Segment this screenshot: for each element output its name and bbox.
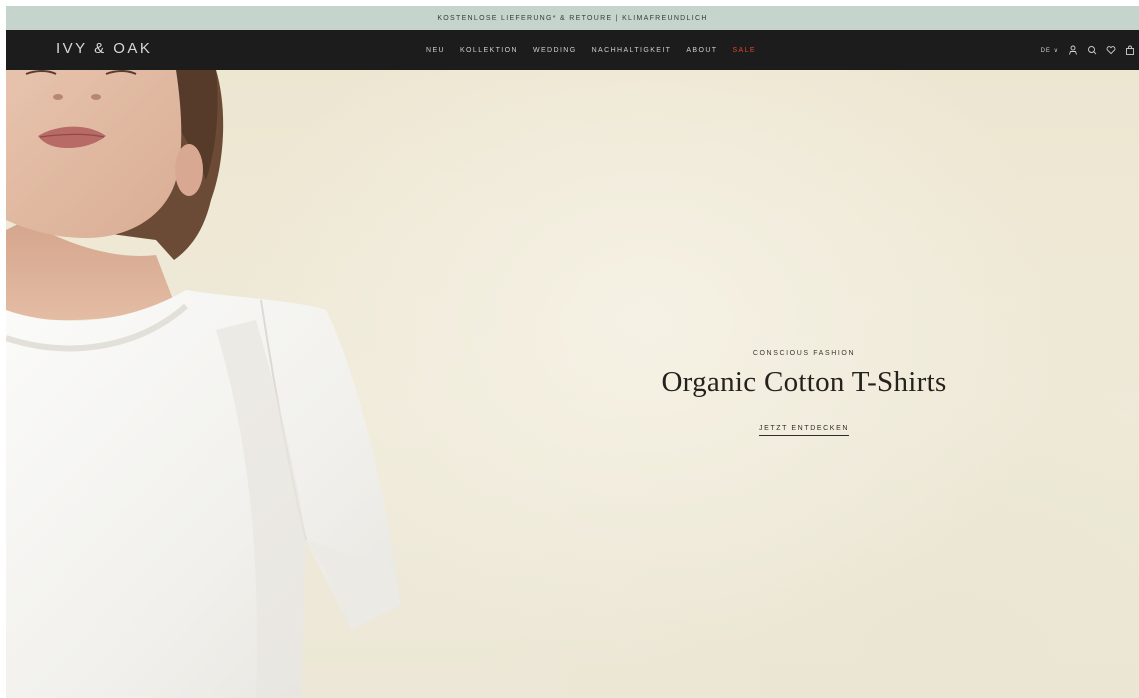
hero-model-image <box>6 70 401 698</box>
shopping-bag-icon[interactable] <box>1125 45 1135 55</box>
nav-item-kollektion[interactable]: KOLLEKTION <box>460 47 518 54</box>
nav-item-sale[interactable]: SALE <box>732 47 756 54</box>
header-tools: DE ∨ <box>1041 30 1135 70</box>
wishlist-heart-icon[interactable] <box>1106 45 1116 55</box>
page-frame: KOSTENLOSE LIEFERUNG* & RETOURE | KLIMAF… <box>6 6 1139 698</box>
announcement-bar: KOSTENLOSE LIEFERUNG* & RETOURE | KLIMAF… <box>6 6 1139 30</box>
account-icon[interactable] <box>1068 45 1078 55</box>
search-icon[interactable] <box>1087 45 1097 55</box>
nav-item-about[interactable]: ABOUT <box>686 47 717 54</box>
language-selector[interactable]: DE ∨ <box>1041 47 1059 54</box>
main-navigation: IVY & OAK NEU KOLLEKTION WEDDING NACHHAL… <box>6 30 1139 70</box>
hero-eyebrow: CONSCIOUS FASHION <box>752 350 856 357</box>
nav-menu: NEU KOLLEKTION WEDDING NACHHALTIGKEIT AB… <box>426 30 756 70</box>
hero-headline: Organic Cotton T-Shirts <box>661 366 947 398</box>
nav-item-nachhaltigkeit[interactable]: NACHHALTIGKEIT <box>592 47 672 54</box>
hero-cta-link[interactable]: JETZT ENTDECKEN <box>759 425 849 436</box>
nav-item-neu[interactable]: NEU <box>426 47 445 54</box>
brand-logo[interactable]: IVY & OAK <box>56 40 152 57</box>
hero-copy: CONSCIOUS FASHION Organic Cotton T-Shirt… <box>604 350 1004 436</box>
announcement-text: KOSTENLOSE LIEFERUNG* & RETOURE | KLIMAF… <box>437 14 708 22</box>
hero-banner: CONSCIOUS FASHION Organic Cotton T-Shirt… <box>6 70 1139 698</box>
nav-item-wedding[interactable]: WEDDING <box>533 47 577 54</box>
